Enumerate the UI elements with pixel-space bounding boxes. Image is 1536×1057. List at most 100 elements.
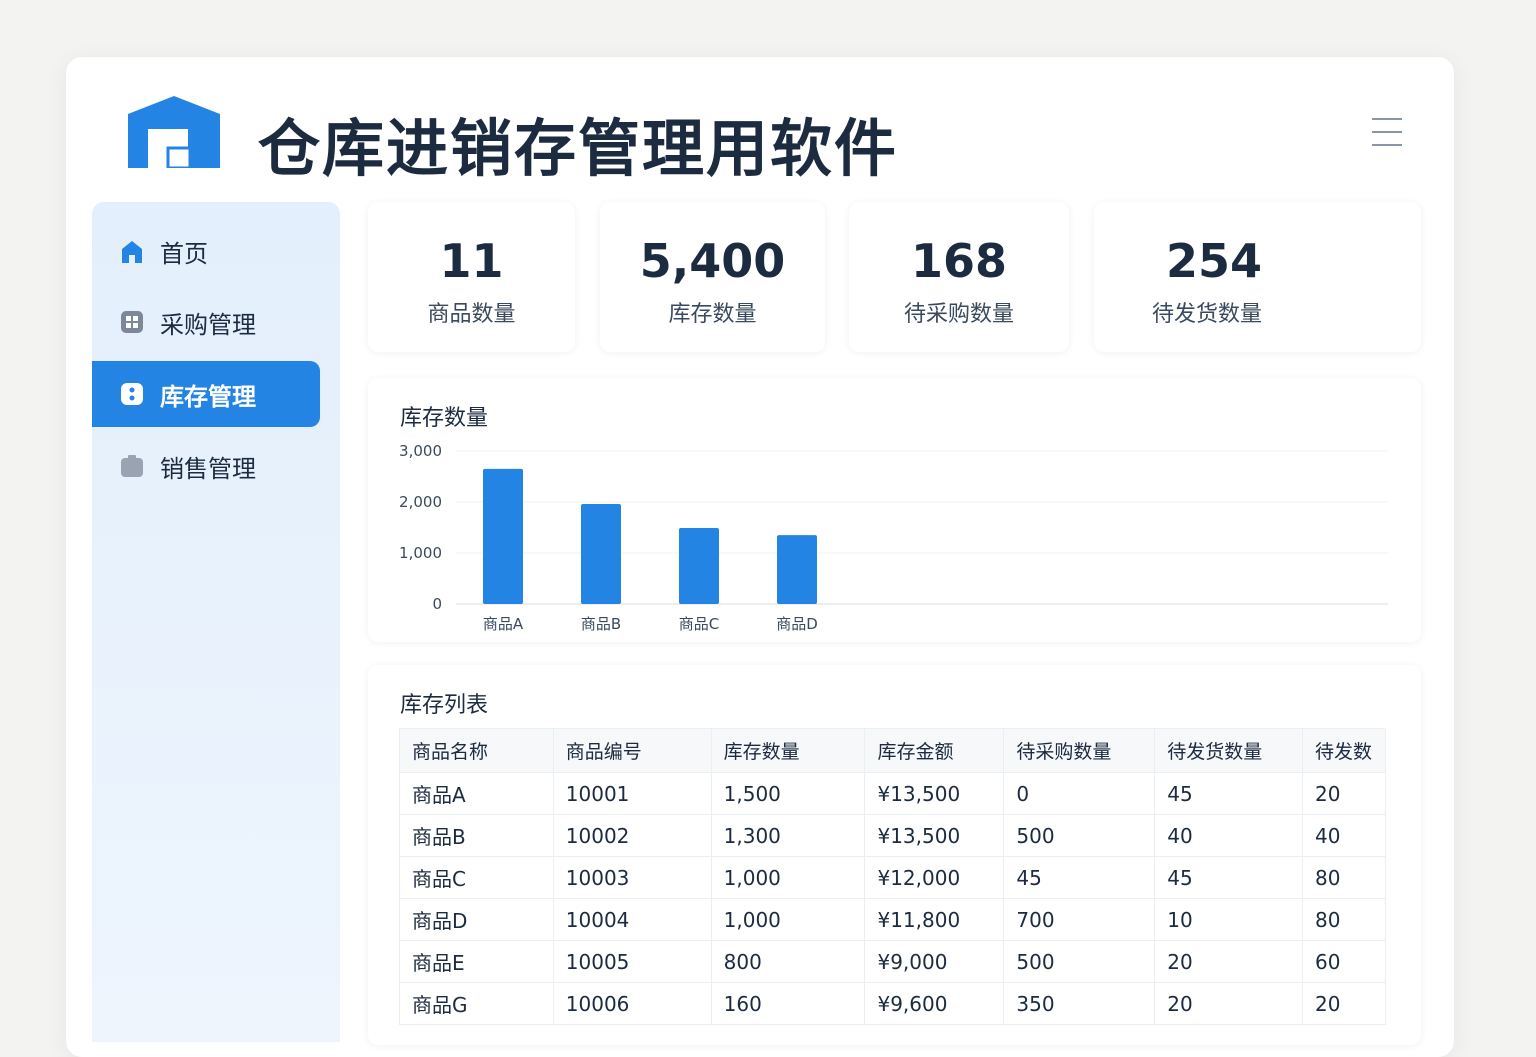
column-header[interactable]: 库存数量 (710, 728, 866, 773)
bar[interactable] (483, 468, 523, 604)
table-cell: 20 (1302, 772, 1386, 815)
table-cell: 10006 (552, 982, 712, 1025)
table-cell: 500 (1003, 940, 1156, 983)
inventory-table-card: 库存列表 商品名称 商品编号 库存数量 库存金额 待采购数量 待发货数量 待发数 商品A 100… (368, 665, 1421, 1045)
stat-value: 168 (910, 234, 1008, 288)
column-header[interactable]: 待发货数量 (1154, 728, 1304, 773)
box-icon (120, 382, 144, 406)
table-cell: 80 (1302, 856, 1386, 899)
inventory-table: 商品名称 商品编号 库存数量 库存金额 待采购数量 待发货数量 待发数 商品A 10001 1,5… (399, 728, 1386, 1025)
sidebar-item-label: 首页 (160, 239, 208, 268)
table-cell: 40 (1154, 814, 1304, 857)
warehouse-logo-icon (128, 96, 220, 168)
stat-card-products: 11 商品数量 (368, 202, 575, 352)
sidebar-item-label: 采购管理 (160, 310, 256, 339)
table-cell: 350 (1003, 982, 1156, 1025)
sidebar-item-label: 销售管理 (160, 454, 256, 483)
table-cell: ¥9,600 (864, 982, 1005, 1025)
clipboard-icon (120, 454, 144, 478)
table-cell: 700 (1003, 898, 1156, 941)
stat-label: 待发货数量 (1152, 302, 1263, 327)
table-cell: 45 (1154, 856, 1304, 899)
table-cell: 0 (1003, 772, 1156, 815)
x-tick-label: 商品B (581, 615, 621, 633)
x-tick-label: 商品C (679, 615, 719, 633)
table-cell: 40 (1302, 814, 1386, 857)
table-cell: 800 (710, 940, 866, 983)
hamburger-menu-icon[interactable] (1372, 118, 1402, 157)
table-cell: 500 (1003, 814, 1156, 857)
stat-card-stock: 5,400 库存数量 (600, 202, 825, 352)
table-cell: ¥13,500 (864, 814, 1005, 857)
table-cell: 60 (1302, 940, 1386, 983)
chart-card: 库存数量 0 1,000 2,000 3,000 商品A 商品B 商品C 商品D (368, 378, 1421, 642)
stat-card-to-purchase: 168 待采购数量 (849, 202, 1069, 352)
table-cell: 45 (1154, 772, 1304, 815)
sidebar-item-purchase[interactable]: 采购管理 (92, 289, 320, 355)
table-row[interactable]: 商品B 10002 1,300 ¥13,500 500 40 40 (399, 814, 1386, 857)
y-tick-label: 0 (432, 595, 442, 613)
column-header[interactable]: 库存金额 (864, 728, 1005, 773)
y-tick-label: 1,000 (399, 544, 442, 562)
table-cell: 商品C (399, 856, 554, 899)
table-cell: 1,000 (710, 856, 866, 899)
bar[interactable] (679, 528, 719, 604)
table-cell: 20 (1154, 940, 1304, 983)
sidebar-item-home[interactable]: 首页 (92, 218, 320, 284)
table-cell: 10003 (552, 856, 712, 899)
column-header[interactable]: 商品编号 (552, 728, 712, 773)
table-cell: 1,300 (710, 814, 866, 857)
table-cell: ¥9,000 (864, 940, 1005, 983)
table-cell: 商品B (399, 814, 554, 857)
table-cell: ¥11,800 (864, 898, 1005, 941)
stat-label: 库存数量 (668, 302, 757, 327)
table-cell: 10 (1154, 898, 1304, 941)
table-cell: 160 (710, 982, 866, 1025)
bar[interactable] (581, 504, 621, 604)
bar-chart: 0 1,000 2,000 3,000 商品A 商品B 商品C 商品D (399, 442, 1388, 633)
home-icon (120, 239, 144, 263)
stat-label: 待采购数量 (903, 302, 1014, 327)
column-header[interactable]: 待采购数量 (1003, 728, 1156, 773)
table-cell: 商品A (399, 772, 554, 815)
column-header[interactable]: 商品名称 (399, 728, 554, 773)
table-row[interactable]: 商品A 10001 1,500 ¥13,500 0 45 20 (399, 772, 1386, 815)
sidebar-item-inventory[interactable]: 库存管理 (92, 361, 320, 427)
table-cell: 10002 (552, 814, 712, 857)
x-tick-label: 商品D (776, 615, 818, 633)
table-cell: ¥13,500 (864, 772, 1005, 815)
table-cell: 10001 (552, 772, 712, 815)
y-tick-label: 3,000 (399, 442, 442, 460)
table-row[interactable]: 商品E 10005 800 ¥9,000 500 20 60 (399, 940, 1386, 983)
table-title: 库存列表 (400, 693, 489, 718)
bar[interactable] (777, 535, 817, 604)
x-tick-label: 商品A (483, 615, 524, 633)
stat-value: 11 (439, 234, 504, 288)
grid-icon (120, 310, 144, 334)
table-cell: 10005 (552, 940, 712, 983)
table-cell: 1,500 (710, 772, 866, 815)
stat-value: 5,400 (639, 234, 786, 288)
table-cell: 20 (1302, 982, 1386, 1025)
table-cell: 45 (1003, 856, 1156, 899)
table-cell: 商品D (399, 898, 554, 941)
app-title: 仓库进销存管理用软件 (258, 112, 899, 185)
y-tick-label: 2,000 (399, 493, 442, 511)
sidebar: 首页 采购管理 库存管理 销售管理 (92, 202, 340, 1042)
table-cell: 10004 (552, 898, 712, 941)
table-row[interactable]: 商品G 10006 160 ¥9,600 350 20 20 (399, 982, 1386, 1025)
column-header[interactable]: 待发数 (1302, 728, 1386, 773)
table-cell: ¥12,000 (864, 856, 1005, 899)
table-cell: 1,000 (710, 898, 866, 941)
stat-label: 商品数量 (427, 302, 516, 327)
table-cell: 商品E (399, 940, 554, 983)
table-row[interactable]: 商品C 10003 1,000 ¥12,000 45 45 80 (399, 856, 1386, 899)
table-cell: 80 (1302, 898, 1386, 941)
stat-value: 254 (1166, 234, 1263, 288)
table-cell: 商品G (399, 982, 554, 1025)
table-row[interactable]: 商品D 10004 1,000 ¥11,800 700 10 80 (399, 898, 1386, 941)
stat-card-to-ship: 254 待发货数量 (1094, 202, 1421, 352)
sidebar-item-label: 库存管理 (160, 382, 256, 411)
table-cell: 20 (1154, 982, 1304, 1025)
sidebar-item-sales[interactable]: 销售管理 (92, 433, 320, 499)
